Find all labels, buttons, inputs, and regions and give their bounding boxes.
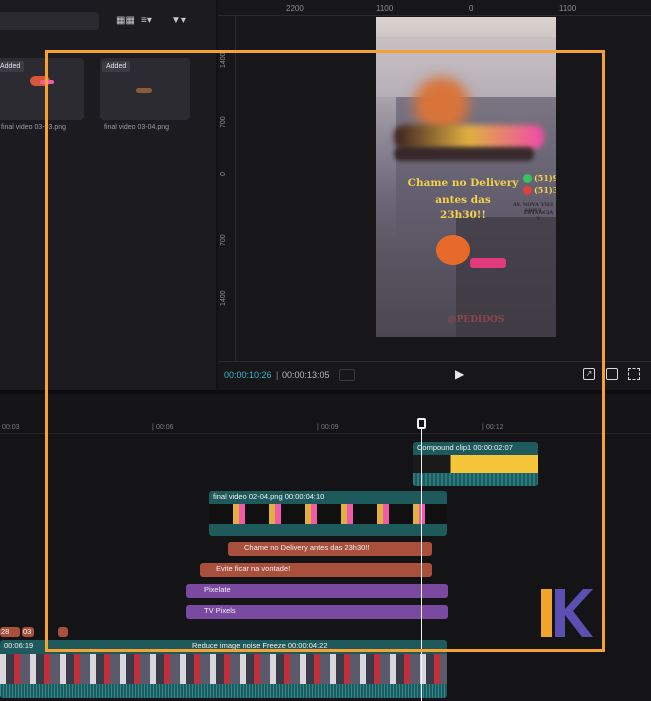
media-search-input[interactable] (0, 12, 99, 30)
video-preview[interactable]: Chame no Delivery antes das 23h30!! (51)… (376, 17, 556, 337)
timeline-tick: | (152, 424, 154, 431)
text-clip-small[interactable] (58, 627, 68, 637)
clip-thumbnails (413, 455, 538, 473)
media-item-1[interactable]: Added (0, 58, 84, 120)
preview-cta-line1: Chame no Delivery (407, 177, 519, 189)
current-timecode: 00:00:10:26 (224, 370, 272, 380)
clip-thumbnails (209, 504, 447, 524)
preview-footer: @PEDIDOS (447, 315, 505, 325)
crop-icon[interactable]: ↗ (583, 368, 595, 380)
thumbnail-graphic (136, 88, 152, 93)
audio-waveform (413, 473, 538, 486)
ruler-label: 1400 (220, 290, 227, 306)
preview-cta-line2: antes das (435, 194, 491, 206)
timeline-ruler[interactable]: 00:03 | 00:06 | 00:09 | 00:12 (0, 422, 651, 434)
text-clip[interactable]: Evite ficar na vontade! (200, 563, 432, 577)
added-badge: Added (102, 61, 131, 72)
preview-phone: (51)9 (534, 173, 556, 183)
separator: | (276, 370, 279, 380)
compound-clip[interactable]: Compound clip1 00:00:02:07 (413, 442, 538, 486)
clip-time: 00:06:19 (4, 641, 34, 650)
blurred-headline (394, 147, 534, 161)
preview-phone: (51)3 (534, 185, 556, 195)
grid-view-icon[interactable]: ▦▦ (116, 13, 135, 29)
whatsapp-icon (523, 174, 532, 183)
blurred-headline (394, 125, 544, 149)
ruler-label: 1100 (376, 4, 394, 13)
clip-thumbnails (0, 654, 447, 684)
thumbnail-graphic (40, 80, 54, 84)
image-clip[interactable]: final video 02-04.png 00:00:04:10 (209, 491, 447, 536)
timeline-tick: 00:12 (486, 424, 504, 431)
horizontal-ruler: 2200 1100 0 1100 (218, 0, 651, 16)
preview-address: ESTÂNCIA V (523, 210, 554, 222)
fullscreen-preview-icon[interactable] (339, 369, 355, 381)
media-item-2[interactable]: Added (100, 58, 190, 120)
clip-label: 28 (1, 627, 10, 636)
vertical-ruler: 1400 700 0 700 1400 (218, 16, 236, 361)
text-clip[interactable]: Chame no Delivery antes das 23h30!! (228, 542, 432, 556)
playhead-line[interactable] (421, 418, 422, 701)
clip-label: Compound clip1 00:00:02:07 (417, 443, 513, 452)
clip-label: Evite ficar na vontade! (216, 564, 291, 573)
timeline-tick: | (482, 424, 484, 431)
playhead-handle[interactable] (417, 418, 426, 429)
player-panel: 2200 1100 0 1100 1400 700 0 700 1400 Cha… (218, 0, 651, 390)
filter-icon[interactable]: ▼▾ (171, 13, 186, 29)
timeline-tick: 00:03 (2, 424, 20, 431)
brand-logo (541, 589, 593, 637)
main-video-clip[interactable]: 00:06:19 Reduce image noise Freeze 00:00… (0, 640, 447, 698)
clip-label: 03 (23, 627, 32, 636)
clip-label: TV Pixels (204, 606, 236, 615)
text-clip-small[interactable]: 28 (0, 627, 20, 637)
media-item-name: final video 03-04.png (104, 124, 169, 131)
clip-label: Chame no Delivery antes das 23h30!! (244, 543, 370, 552)
ruler-label: 700 (220, 116, 227, 128)
audio-waveform (0, 684, 447, 698)
clip-label: Pixelate (204, 585, 231, 594)
total-duration: 00:00:13:05 (282, 370, 330, 380)
sort-icon[interactable]: ≡▾ (141, 13, 152, 29)
preview-cta-line3: 23h30!! (439, 209, 487, 221)
ruler-label: 700 (220, 234, 227, 246)
fit-screen-icon[interactable] (628, 368, 640, 380)
effect-clip[interactable]: Pixelate (186, 584, 448, 598)
ruler-label: 0 (469, 4, 474, 13)
clip-effects-label: Reduce image noise Freeze 00:00:04:22 (192, 641, 328, 650)
timeline-tick: | (317, 424, 319, 431)
added-badge: Added (0, 61, 25, 72)
ruler-label: 1400 (220, 52, 227, 68)
blurred-logo (414, 77, 469, 132)
aspect-ratio-icon[interactable] (606, 368, 618, 380)
text-clip-small[interactable]: 03 (22, 627, 34, 637)
effect-clip[interactable]: TV Pixels (186, 605, 448, 619)
player-controls: 00:00:10:26 | 00:00:13:05 ▶ ↗ (218, 361, 651, 389)
phone-icon (523, 186, 532, 195)
ruler-label: 1100 (559, 4, 577, 13)
media-item-name: final video 03-03.png (1, 124, 66, 131)
restaurant-logo (436, 235, 470, 265)
ruler-label: 0 (220, 172, 227, 176)
ruler-label: 2200 (286, 4, 304, 13)
play-icon[interactable]: ▶ (455, 367, 464, 381)
timeline-tick: 00:06 (156, 424, 174, 431)
logo-tag (470, 258, 506, 268)
clip-label: final video 02-04.png 00:00:04:10 (213, 492, 325, 501)
media-panel: ▦▦ ≡▾ ▼▾ Added final video 03-03.png Add… (0, 0, 216, 390)
preview-background (376, 37, 556, 97)
timeline-tick: 00:09 (321, 424, 339, 431)
